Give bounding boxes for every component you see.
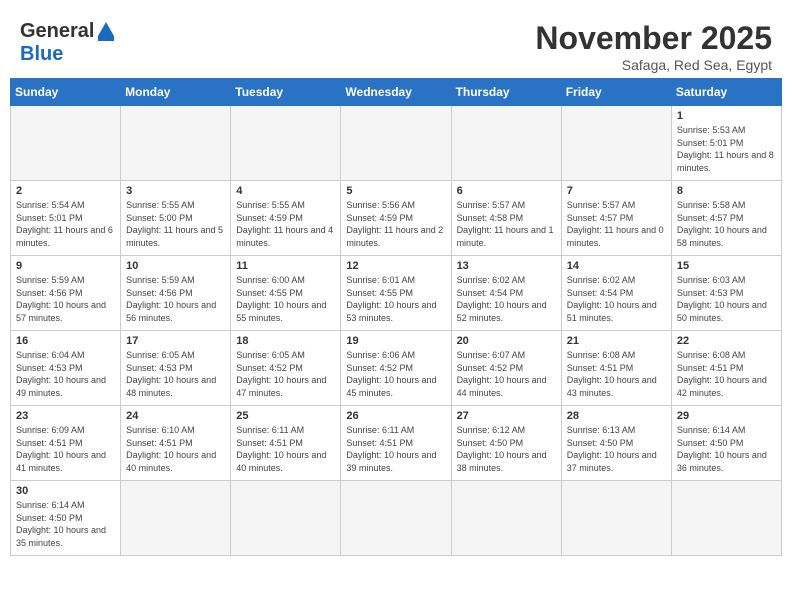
empty-cell [451,481,561,556]
table-row: 23 Sunrise: 6:09 AM Sunset: 4:51 PM Dayl… [11,406,782,481]
empty-cell [341,106,451,181]
day-11: 11 Sunrise: 6:00 AM Sunset: 4:55 PM Dayl… [231,256,341,331]
day-25: 25 Sunrise: 6:11 AM Sunset: 4:51 PM Dayl… [231,406,341,481]
empty-cell [121,481,231,556]
logo-icon [98,22,114,41]
title-area: November 2025 Safaga, Red Sea, Egypt [535,20,772,73]
logo-blue: Blue [20,43,63,66]
day-18: 18 Sunrise: 6:05 AM Sunset: 4:52 PM Dayl… [231,331,341,406]
empty-cell [231,106,341,181]
calendar-table: Sunday Monday Tuesday Wednesday Thursday… [10,78,782,556]
location: Safaga, Red Sea, Egypt [535,57,772,73]
header-tuesday: Tuesday [231,79,341,106]
header-thursday: Thursday [451,79,561,106]
empty-cell [671,481,781,556]
day-8: 8 Sunrise: 5:58 AM Sunset: 4:57 PM Dayli… [671,181,781,256]
header-monday: Monday [121,79,231,106]
day-4: 4 Sunrise: 5:55 AM Sunset: 4:59 PM Dayli… [231,181,341,256]
day-15: 15 Sunrise: 6:03 AM Sunset: 4:53 PM Dayl… [671,256,781,331]
month-title: November 2025 [535,20,772,57]
day-1: 1 Sunrise: 5:53 AM Sunset: 5:01 PM Dayli… [671,106,781,181]
empty-cell [561,106,671,181]
table-row: 1 Sunrise: 5:53 AM Sunset: 5:01 PM Dayli… [11,106,782,181]
day-3: 3 Sunrise: 5:55 AM Sunset: 5:00 PM Dayli… [121,181,231,256]
page-header: General Blue November 2025 Safaga, Red S… [10,10,782,78]
header-wednesday: Wednesday [341,79,451,106]
day-30: 30 Sunrise: 6:14 AM Sunset: 4:50 PM Dayl… [11,481,121,556]
header-saturday: Saturday [671,79,781,106]
day-22: 22 Sunrise: 6:08 AM Sunset: 4:51 PM Dayl… [671,331,781,406]
header-friday: Friday [561,79,671,106]
day-27: 27 Sunrise: 6:12 AM Sunset: 4:50 PM Dayl… [451,406,561,481]
empty-cell [341,481,451,556]
day-12: 12 Sunrise: 6:01 AM Sunset: 4:55 PM Dayl… [341,256,451,331]
day-16: 16 Sunrise: 6:04 AM Sunset: 4:53 PM Dayl… [11,331,121,406]
day-21: 21 Sunrise: 6:08 AM Sunset: 4:51 PM Dayl… [561,331,671,406]
table-row: 2 Sunrise: 5:54 AM Sunset: 5:01 PM Dayli… [11,181,782,256]
day-6: 6 Sunrise: 5:57 AM Sunset: 4:58 PM Dayli… [451,181,561,256]
day-9: 9 Sunrise: 5:59 AM Sunset: 4:56 PM Dayli… [11,256,121,331]
day-26: 26 Sunrise: 6:11 AM Sunset: 4:51 PM Dayl… [341,406,451,481]
day-10: 10 Sunrise: 5:59 AM Sunset: 4:56 PM Dayl… [121,256,231,331]
header-sunday: Sunday [11,79,121,106]
table-row: 30 Sunrise: 6:14 AM Sunset: 4:50 PM Dayl… [11,481,782,556]
day-24: 24 Sunrise: 6:10 AM Sunset: 4:51 PM Dayl… [121,406,231,481]
empty-cell [11,106,121,181]
day-7: 7 Sunrise: 5:57 AM Sunset: 4:57 PM Dayli… [561,181,671,256]
table-row: 9 Sunrise: 5:59 AM Sunset: 4:56 PM Dayli… [11,256,782,331]
weekday-header-row: Sunday Monday Tuesday Wednesday Thursday… [11,79,782,106]
table-row: 16 Sunrise: 6:04 AM Sunset: 4:53 PM Dayl… [11,331,782,406]
day-2: 2 Sunrise: 5:54 AM Sunset: 5:01 PM Dayli… [11,181,121,256]
day-5: 5 Sunrise: 5:56 AM Sunset: 4:59 PM Dayli… [341,181,451,256]
day-28: 28 Sunrise: 6:13 AM Sunset: 4:50 PM Dayl… [561,406,671,481]
day-17: 17 Sunrise: 6:05 AM Sunset: 4:53 PM Dayl… [121,331,231,406]
empty-cell [451,106,561,181]
day-23: 23 Sunrise: 6:09 AM Sunset: 4:51 PM Dayl… [11,406,121,481]
day-13: 13 Sunrise: 6:02 AM Sunset: 4:54 PM Dayl… [451,256,561,331]
day-19: 19 Sunrise: 6:06 AM Sunset: 4:52 PM Dayl… [341,331,451,406]
logo: General Blue [20,20,114,66]
day-29: 29 Sunrise: 6:14 AM Sunset: 4:50 PM Dayl… [671,406,781,481]
day-20: 20 Sunrise: 6:07 AM Sunset: 4:52 PM Dayl… [451,331,561,406]
empty-cell [121,106,231,181]
empty-cell [561,481,671,556]
day-14: 14 Sunrise: 6:02 AM Sunset: 4:54 PM Dayl… [561,256,671,331]
logo-general: General [20,20,94,43]
empty-cell [231,481,341,556]
